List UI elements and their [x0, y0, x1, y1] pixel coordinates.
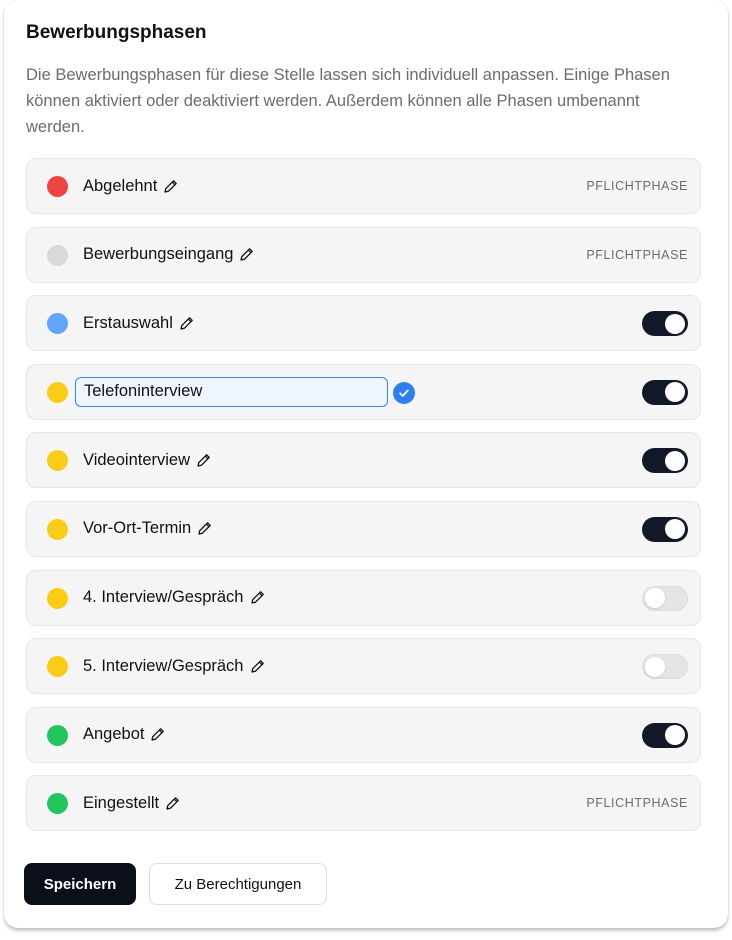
- phase-toggle[interactable]: [642, 654, 688, 680]
- pencil-icon[interactable]: [250, 590, 265, 605]
- pencil-icon[interactable]: [197, 521, 212, 536]
- phase-name-wrap: Abgelehnt: [83, 159, 178, 213]
- phase-color-dot: [47, 518, 68, 540]
- toggle-knob: [645, 588, 665, 609]
- permissions-button[interactable]: Zu Berechtigungen: [149, 863, 327, 905]
- phase-color-dot: [47, 724, 68, 746]
- save-button[interactable]: Speichern: [24, 863, 136, 905]
- phase-row-videointerview: Videointerview: [26, 432, 701, 489]
- phase-name: Erstauswahl: [83, 313, 173, 332]
- phase-name: 5. Interview/Gespräch: [83, 656, 244, 675]
- phase-row-angebot: Angebot: [26, 706, 701, 763]
- phase-name-wrap: Bewerbungseingang: [83, 228, 254, 282]
- pencil-icon[interactable]: [150, 727, 165, 742]
- phase-list: Abgelehnt PFLICHTPHASE Bewerbungseingang…: [26, 158, 701, 844]
- pencil-icon[interactable]: [165, 796, 180, 811]
- phase-toggle[interactable]: [642, 311, 688, 337]
- phase-name: 4. Interview/Gespräch: [83, 588, 244, 607]
- phase-name: Angebot: [83, 725, 145, 744]
- phase-name-wrap: Vor-Ort-Termin: [83, 502, 212, 556]
- phase-name-wrap: 4. Interview/Gespräch: [83, 571, 265, 625]
- phase-name: Vor-Ort-Termin: [83, 519, 192, 538]
- phase-color-dot: [47, 656, 68, 678]
- pencil-icon[interactable]: [179, 316, 194, 331]
- toggle-knob: [665, 313, 685, 334]
- phase-row-bewerbungseingang: Bewerbungseingang PFLICHTPHASE: [26, 226, 701, 283]
- pencil-icon[interactable]: [163, 179, 178, 194]
- phase-row-interview-4: 4. Interview/Gespräch: [26, 569, 701, 626]
- phase-name-wrap: Angebot: [83, 708, 165, 762]
- toggle-knob: [645, 656, 665, 677]
- toggle-knob: [665, 382, 685, 403]
- phase-row-eingestellt: Eingestellt PFLICHTPHASE: [26, 775, 701, 832]
- mandatory-badge: PFLICHTPHASE: [586, 796, 688, 811]
- pencil-icon[interactable]: [239, 247, 254, 262]
- phases-card: Bewerbungsphasen Die Bewerbungsphasen fü…: [4, 0, 728, 928]
- mandatory-badge: PFLICHTPHASE: [586, 247, 688, 262]
- phase-toggle[interactable]: [642, 585, 688, 611]
- phase-row-interview-5: 5. Interview/Gespräch: [26, 638, 701, 695]
- phase-color-dot: [47, 244, 68, 266]
- toggle-knob: [665, 450, 685, 471]
- phase-name: Abgelehnt: [83, 176, 158, 195]
- phase-toggle[interactable]: [642, 516, 688, 542]
- phase-name: Eingestellt: [83, 793, 160, 812]
- phase-color-dot: [47, 313, 68, 335]
- phase-row-vor-ort-termin: Vor-Ort-Termin: [26, 500, 701, 557]
- phase-name-input[interactable]: [75, 376, 388, 407]
- mandatory-badge: PFLICHTPHASE: [586, 179, 688, 193]
- phase-name-wrap: Eingestellt: [83, 776, 180, 830]
- phase-name-wrap: Videointerview: [83, 433, 211, 487]
- toggle-knob: [665, 725, 685, 746]
- phase-row-abgelehnt: Abgelehnt PFLICHTPHASE: [26, 158, 701, 214]
- phase-color-dot: [47, 793, 68, 815]
- phase-color-dot: [47, 381, 68, 403]
- pencil-icon[interactable]: [250, 659, 265, 674]
- phase-toggle[interactable]: [642, 379, 688, 405]
- section-description: Die Bewerbungsphasen für diese Stelle la…: [26, 66, 670, 136]
- phase-color-dot: [47, 450, 68, 472]
- phase-row-erstauswahl: Erstauswahl: [26, 295, 701, 352]
- phase-toggle[interactable]: [642, 722, 688, 748]
- section-title: Bewerbungsphasen: [26, 22, 207, 43]
- phase-name-wrap: 5. Interview/Gespräch: [83, 639, 265, 693]
- phase-color-dot: [47, 587, 68, 609]
- check-circle-icon[interactable]: [393, 381, 415, 404]
- phase-toggle[interactable]: [642, 448, 688, 474]
- phase-name: Videointerview: [83, 450, 191, 469]
- phase-name-wrap: Erstauswahl: [83, 296, 194, 350]
- phase-color-dot: [47, 176, 68, 197]
- phase-name: Bewerbungseingang: [83, 245, 234, 264]
- phase-row-telefoninterview: [26, 363, 701, 420]
- toggle-knob: [665, 519, 685, 540]
- pencil-icon[interactable]: [196, 453, 211, 468]
